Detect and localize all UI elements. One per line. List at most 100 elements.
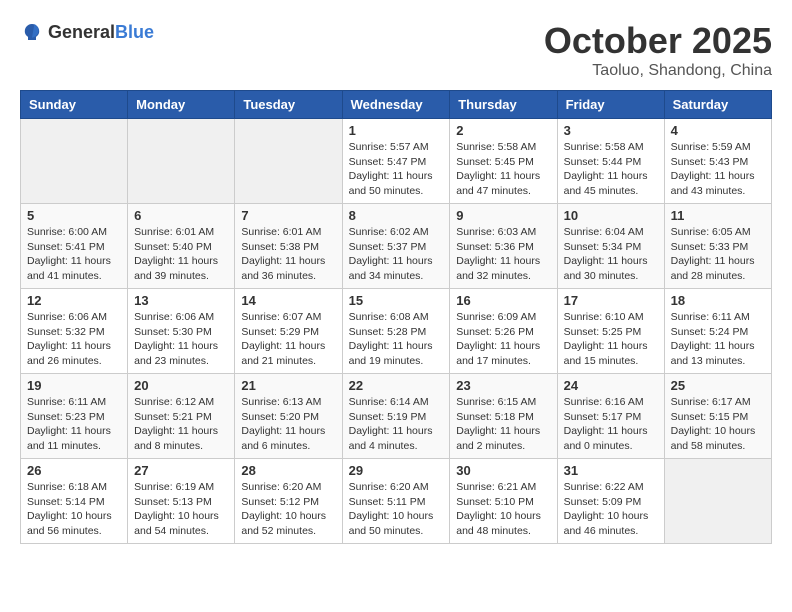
day-number: 18	[671, 293, 765, 308]
calendar-cell: 26 Sunrise: 6:18 AMSunset: 5:14 PMDayligh…	[21, 459, 128, 544]
calendar-cell	[128, 119, 235, 204]
day-number: 17	[564, 293, 658, 308]
calendar-cell: 7 Sunrise: 6:01 AMSunset: 5:38 PMDaylight…	[235, 204, 342, 289]
day-number: 13	[134, 293, 228, 308]
day-number: 30	[456, 463, 550, 478]
day-info: Sunrise: 5:58 AMSunset: 5:44 PMDaylight:…	[564, 140, 658, 199]
day-number: 1	[349, 123, 444, 138]
calendar-cell: 25 Sunrise: 6:17 AMSunset: 5:15 PMDayligh…	[664, 374, 771, 459]
day-info: Sunrise: 6:13 AMSunset: 5:20 PMDaylight:…	[241, 395, 335, 454]
calendar-cell: 30Sunrise: 6:21 AMSunset: 5:10 PMDayligh…	[450, 459, 557, 544]
calendar-cell: 13 Sunrise: 6:06 AMSunset: 5:30 PMDayligh…	[128, 289, 235, 374]
day-info: Sunrise: 6:11 AMSunset: 5:23 PMDaylight:…	[27, 395, 121, 454]
calendar-cell: 6Sunrise: 6:01 AMSunset: 5:40 PMDaylight…	[128, 204, 235, 289]
day-number: 26	[27, 463, 121, 478]
day-info: Sunrise: 6:11 AMSunset: 5:24 PMDaylight:…	[671, 310, 765, 369]
day-number: 20	[134, 378, 228, 393]
calendar-week-row: 26 Sunrise: 6:18 AMSunset: 5:14 PMDayligh…	[21, 459, 772, 544]
day-number: 15	[349, 293, 444, 308]
day-number: 21	[241, 378, 335, 393]
day-number: 10	[564, 208, 658, 223]
day-info: Sunrise: 6:12 AMSunset: 5:21 PMDaylight:…	[134, 395, 228, 454]
calendar-cell: 3 Sunrise: 5:58 AMSunset: 5:44 PMDaylight…	[557, 119, 664, 204]
day-number: 27	[134, 463, 228, 478]
day-info: Sunrise: 6:18 AMSunset: 5:14 PMDaylight:…	[27, 480, 121, 539]
calendar-cell: 31Sunrise: 6:22 AMSunset: 5:09 PMDayligh…	[557, 459, 664, 544]
calendar-cell: 2Sunrise: 5:58 AMSunset: 5:45 PMDaylight…	[450, 119, 557, 204]
day-info: Sunrise: 6:00 AMSunset: 5:41 PMDaylight:…	[27, 225, 121, 284]
calendar-cell	[21, 119, 128, 204]
day-info: Sunrise: 6:06 AMSunset: 5:30 PMDaylight:…	[134, 310, 228, 369]
calendar-cell: 28 Sunrise: 6:20 AMSunset: 5:12 PMDayligh…	[235, 459, 342, 544]
day-info: Sunrise: 6:09 AMSunset: 5:26 PMDaylight:…	[456, 310, 550, 369]
day-info: Sunrise: 5:59 AMSunset: 5:43 PMDaylight:…	[671, 140, 765, 199]
day-info: Sunrise: 6:04 AMSunset: 5:34 PMDaylight:…	[564, 225, 658, 284]
day-of-week-header: Saturday	[664, 91, 771, 119]
calendar-cell: 15 Sunrise: 6:08 AMSunset: 5:28 PMDayligh…	[342, 289, 450, 374]
day-of-week-header: Tuesday	[235, 91, 342, 119]
day-info: Sunrise: 6:14 AMSunset: 5:19 PMDaylight:…	[349, 395, 444, 454]
day-info: Sunrise: 6:07 AMSunset: 5:29 PMDaylight:…	[241, 310, 335, 369]
calendar-cell: 27 Sunrise: 6:19 AMSunset: 5:13 PMDayligh…	[128, 459, 235, 544]
day-number: 29	[349, 463, 444, 478]
calendar-cell: 8 Sunrise: 6:02 AMSunset: 5:37 PMDaylight…	[342, 204, 450, 289]
day-info: Sunrise: 6:10 AMSunset: 5:25 PMDaylight:…	[564, 310, 658, 369]
day-number: 25	[671, 378, 765, 393]
day-info: Sunrise: 6:01 AMSunset: 5:38 PMDaylight:…	[241, 225, 335, 284]
day-number: 3	[564, 123, 658, 138]
day-info: Sunrise: 6:20 AMSunset: 5:11 PMDaylight:…	[349, 480, 444, 539]
logo-icon	[20, 20, 44, 44]
day-of-week-header: Thursday	[450, 91, 557, 119]
calendar-cell: 20 Sunrise: 6:12 AMSunset: 5:21 PMDayligh…	[128, 374, 235, 459]
calendar-week-row: 19Sunrise: 6:11 AMSunset: 5:23 PMDayligh…	[21, 374, 772, 459]
day-info: Sunrise: 6:16 AMSunset: 5:17 PMDaylight:…	[564, 395, 658, 454]
calendar-cell: 4 Sunrise: 5:59 AMSunset: 5:43 PMDaylight…	[664, 119, 771, 204]
calendar-cell: 18 Sunrise: 6:11 AMSunset: 5:24 PMDayligh…	[664, 289, 771, 374]
calendar-cell	[235, 119, 342, 204]
day-info: Sunrise: 6:05 AMSunset: 5:33 PMDaylight:…	[671, 225, 765, 284]
day-number: 2	[456, 123, 550, 138]
day-number: 14	[241, 293, 335, 308]
calendar-cell: 1 Sunrise: 5:57 AMSunset: 5:47 PMDaylight…	[342, 119, 450, 204]
calendar-cell: 11Sunrise: 6:05 AMSunset: 5:33 PMDayligh…	[664, 204, 771, 289]
logo-text-blue: Blue	[115, 22, 154, 42]
calendar-cell: 21 Sunrise: 6:13 AMSunset: 5:20 PMDayligh…	[235, 374, 342, 459]
day-number: 6	[134, 208, 228, 223]
calendar-cell: 16 Sunrise: 6:09 AMSunset: 5:26 PMDayligh…	[450, 289, 557, 374]
day-info: Sunrise: 6:03 AMSunset: 5:36 PMDaylight:…	[456, 225, 550, 284]
day-number: 5	[27, 208, 121, 223]
day-info: Sunrise: 6:08 AMSunset: 5:28 PMDaylight:…	[349, 310, 444, 369]
day-number: 7	[241, 208, 335, 223]
calendar-subtitle: Taoluo, Shandong, China	[544, 62, 772, 80]
calendar-cell: 10 Sunrise: 6:04 AMSunset: 5:34 PMDayligh…	[557, 204, 664, 289]
logo: GeneralBlue	[20, 20, 154, 44]
day-info: Sunrise: 6:15 AMSunset: 5:18 PMDaylight:…	[456, 395, 550, 454]
day-number: 31	[564, 463, 658, 478]
day-of-week-header: Friday	[557, 91, 664, 119]
day-info: Sunrise: 6:06 AMSunset: 5:32 PMDaylight:…	[27, 310, 121, 369]
day-of-week-header: Sunday	[21, 91, 128, 119]
day-number: 28	[241, 463, 335, 478]
calendar-header-row: SundayMondayTuesdayWednesdayThursdayFrid…	[21, 91, 772, 119]
day-info: Sunrise: 6:19 AMSunset: 5:13 PMDaylight:…	[134, 480, 228, 539]
page-header: GeneralBlue October 2025 Taoluo, Shandon…	[20, 20, 772, 80]
calendar-cell: 24 Sunrise: 6:16 AMSunset: 5:17 PMDayligh…	[557, 374, 664, 459]
calendar-cell: 14 Sunrise: 6:07 AMSunset: 5:29 PMDayligh…	[235, 289, 342, 374]
calendar-cell: 12Sunrise: 6:06 AMSunset: 5:32 PMDayligh…	[21, 289, 128, 374]
day-info: Sunrise: 5:57 AMSunset: 5:47 PMDaylight:…	[349, 140, 444, 199]
calendar-table: SundayMondayTuesdayWednesdayThursdayFrid…	[20, 90, 772, 544]
calendar-cell: 22 Sunrise: 6:14 AMSunset: 5:19 PMDayligh…	[342, 374, 450, 459]
day-number: 24	[564, 378, 658, 393]
day-number: 16	[456, 293, 550, 308]
day-number: 22	[349, 378, 444, 393]
calendar-week-row: 12Sunrise: 6:06 AMSunset: 5:32 PMDayligh…	[21, 289, 772, 374]
day-info: Sunrise: 6:17 AMSunset: 5:15 PMDaylight:…	[671, 395, 765, 454]
calendar-cell: 9Sunrise: 6:03 AMSunset: 5:36 PMDaylight…	[450, 204, 557, 289]
day-info: Sunrise: 6:02 AMSunset: 5:37 PMDaylight:…	[349, 225, 444, 284]
logo-text-general: General	[48, 22, 115, 42]
calendar-cell: 19Sunrise: 6:11 AMSunset: 5:23 PMDayligh…	[21, 374, 128, 459]
day-number: 4	[671, 123, 765, 138]
day-info: Sunrise: 6:20 AMSunset: 5:12 PMDaylight:…	[241, 480, 335, 539]
calendar-cell: 17 Sunrise: 6:10 AMSunset: 5:25 PMDayligh…	[557, 289, 664, 374]
day-number: 8	[349, 208, 444, 223]
